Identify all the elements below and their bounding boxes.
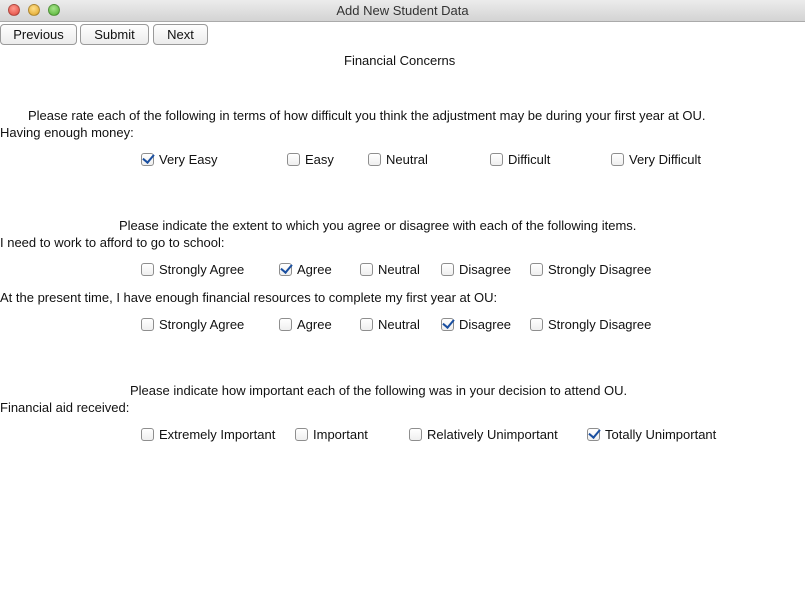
option-label: Neutral <box>378 317 420 332</box>
checkbox-icon[interactable] <box>409 428 422 441</box>
option-label: Extremely Important <box>159 427 276 442</box>
q1-option-easy[interactable]: Easy <box>287 152 334 167</box>
checkbox-icon[interactable] <box>141 428 154 441</box>
option-label: Strongly Agree <box>159 317 245 332</box>
q1-option-very-difficult[interactable]: Very Difficult <box>611 152 701 167</box>
submit-button[interactable]: Submit <box>80 24 149 45</box>
option-label: Neutral <box>378 262 420 277</box>
q2-item1-option-agree[interactable]: Agree <box>279 262 332 277</box>
q2-instruction: Please indicate the extent to which you … <box>119 218 637 233</box>
q2-item2-option-strongly-disagree[interactable]: Strongly Disagree <box>530 317 651 332</box>
q1-option-difficult[interactable]: Difficult <box>490 152 550 167</box>
option-label: Agree <box>297 317 332 332</box>
checkbox-icon[interactable] <box>287 153 300 166</box>
previous-button[interactable]: Previous <box>0 24 77 45</box>
option-label: Strongly Agree <box>159 262 245 277</box>
checkbox-icon[interactable] <box>530 263 543 276</box>
q3-option-important[interactable]: Important <box>295 427 368 442</box>
q2-item2-option-agree[interactable]: Agree <box>279 317 332 332</box>
checkbox-icon[interactable] <box>295 428 308 441</box>
checkbox-icon[interactable] <box>279 318 292 331</box>
q2-item1-option-strongly-disagree[interactable]: Strongly Disagree <box>530 262 651 277</box>
option-label: Totally Unimportant <box>605 427 717 442</box>
q1-instruction: Please rate each of the following in ter… <box>28 108 706 123</box>
checkbox-icon[interactable] <box>368 153 381 166</box>
window-title: Add New Student Data <box>336 3 469 18</box>
option-label: Difficult <box>508 152 551 167</box>
checkbox-icon[interactable] <box>611 153 624 166</box>
option-label: Disagree <box>459 317 512 332</box>
checkbox-icon[interactable] <box>360 318 373 331</box>
checkbox-icon[interactable] <box>441 318 454 331</box>
checkbox-icon[interactable] <box>141 318 154 331</box>
option-label: Easy <box>305 152 334 167</box>
q3-option-relatively-unimportant[interactable]: Relatively Unimportant <box>409 427 558 442</box>
option-label: Relatively Unimportant <box>427 427 558 442</box>
next-button[interactable]: Next <box>153 24 208 45</box>
option-label: Disagree <box>459 262 512 277</box>
q3-option-totally-unimportant[interactable]: Totally Unimportant <box>587 427 716 442</box>
q2-item1-option-disagree[interactable]: Disagree <box>441 262 511 277</box>
section-title: Financial Concerns <box>344 53 456 68</box>
option-label: Important <box>313 427 368 442</box>
q2-item1-label: I need to work to afford to go to school… <box>0 235 225 250</box>
q3-option-extremely-important[interactable]: Extremely Important <box>141 427 275 442</box>
checkbox-icon[interactable] <box>441 263 454 276</box>
option-label: Agree <box>297 262 332 277</box>
option-label: Neutral <box>386 152 428 167</box>
q2-item2-option-disagree[interactable]: Disagree <box>441 317 511 332</box>
checkbox-icon[interactable] <box>141 153 154 166</box>
q3-item-label: Financial aid received: <box>0 400 130 415</box>
q2-item2-label: At the present time, I have enough finan… <box>0 290 498 305</box>
option-label: Strongly Disagree <box>548 262 652 277</box>
checkbox-icon[interactable] <box>360 263 373 276</box>
title-bar: Add New Student Data <box>0 0 805 22</box>
option-label: Very Easy <box>159 152 218 167</box>
checkbox-icon[interactable] <box>587 428 600 441</box>
q2-item1-option-neutral[interactable]: Neutral <box>360 262 420 277</box>
q3-instruction: Please indicate how important each of th… <box>130 383 628 398</box>
checkbox-icon[interactable] <box>530 318 543 331</box>
q2-item2-option-neutral[interactable]: Neutral <box>360 317 420 332</box>
q1-option-very-easy[interactable]: Very Easy <box>141 152 218 167</box>
option-label: Very Difficult <box>629 152 702 167</box>
checkbox-icon[interactable] <box>490 153 503 166</box>
q2-item1-option-strongly-agree[interactable]: Strongly Agree <box>141 262 244 277</box>
checkbox-icon[interactable] <box>279 263 292 276</box>
q1-item-label: Having enough money: <box>0 125 134 140</box>
checkbox-icon[interactable] <box>141 263 154 276</box>
option-label: Strongly Disagree <box>548 317 652 332</box>
q2-item2-option-strongly-agree[interactable]: Strongly Agree <box>141 317 244 332</box>
q1-option-neutral[interactable]: Neutral <box>368 152 428 167</box>
